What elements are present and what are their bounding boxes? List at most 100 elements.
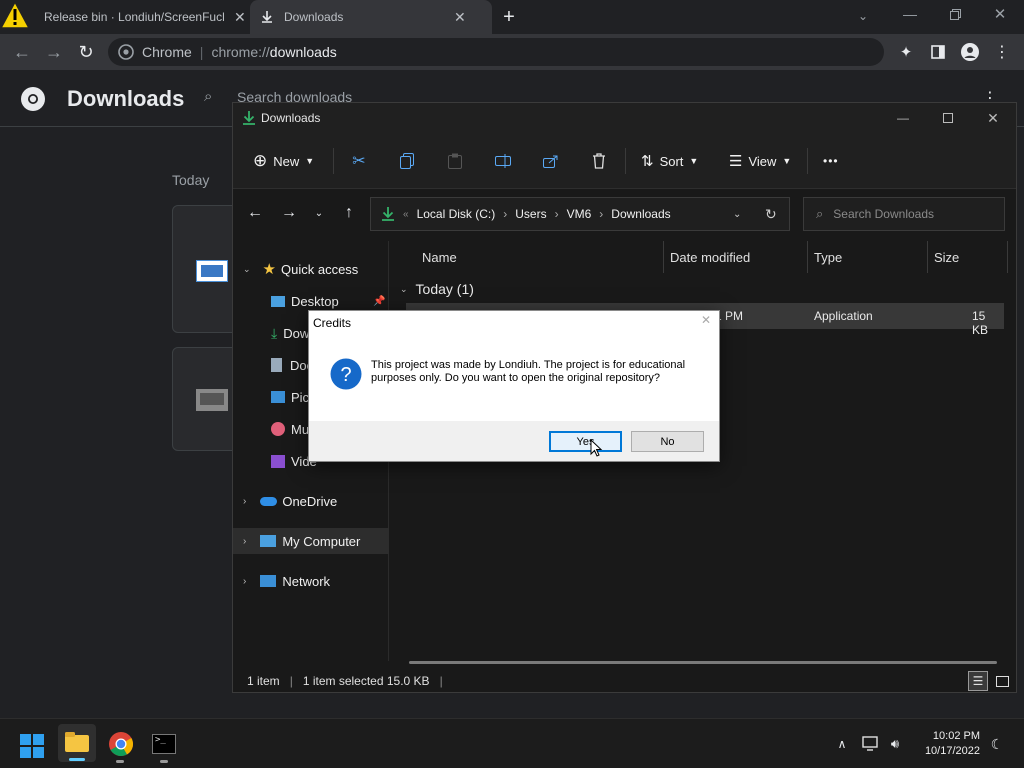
rename-icon[interactable] (493, 133, 513, 189)
focus-moon-icon[interactable]: ☾ (988, 735, 1006, 753)
yes-button[interactable]: Yes (549, 431, 622, 452)
menu-icon[interactable]: ⋮ (990, 40, 1014, 64)
close-icon[interactable]: ✕ (454, 9, 466, 26)
cut-icon[interactable]: ✂ (349, 133, 369, 189)
minimize-icon[interactable]: — (893, 108, 913, 128)
dialog-message: This project was made by Londiuh. The pr… (371, 359, 686, 384)
extensions-icon[interactable]: ✦ (894, 40, 918, 64)
side-panel-icon[interactable] (926, 40, 950, 64)
windows-start-icon[interactable] (20, 734, 44, 758)
up-icon[interactable]: ↑ (339, 203, 359, 223)
chevron-down-icon: ⌄ (243, 263, 251, 274)
group-header[interactable]: ⌄ Today (1) (400, 279, 474, 299)
column-date-modified[interactable]: Date modified (664, 241, 808, 273)
nav-label: OneDrive (282, 493, 338, 509)
more-options-button[interactable]: ••• (823, 133, 839, 189)
refresh-icon[interactable]: ↻ (765, 206, 777, 223)
nav-label: Quick access (281, 261, 359, 277)
recent-chevron-icon[interactable]: ⌄ (311, 203, 327, 223)
group-label: Today (172, 172, 210, 188)
chrome-icon (118, 44, 134, 60)
breadcrumb-local-disk[interactable]: Local Disk (C:) (417, 207, 496, 221)
warning-icon (0, 0, 30, 29)
close-icon[interactable]: ✕ (983, 108, 1003, 128)
breadcrumb-vm6[interactable]: VM6 (567, 207, 592, 221)
download-icon: ⤓ (271, 324, 278, 341)
copy-icon[interactable] (397, 133, 417, 189)
credits-dialog: Credits ✕ ? This project was made by Lon… (308, 310, 720, 462)
window-title: Downloads (261, 111, 321, 125)
nav-my-computer[interactable]: › My Computer (233, 528, 389, 554)
nav-quick-access[interactable]: ⌄ ★ Quick access (233, 256, 389, 282)
delete-icon[interactable] (589, 133, 609, 189)
terminal-icon[interactable]: >_ (152, 734, 176, 754)
no-button[interactable]: No (631, 431, 704, 452)
chevron-up-icon[interactable]: ∧ (833, 735, 851, 753)
share-icon[interactable] (541, 133, 561, 189)
nav-onedrive[interactable]: › OneDrive (233, 488, 389, 514)
column-size[interactable]: Size (928, 241, 1008, 273)
minimize-icon[interactable]: — (900, 4, 920, 24)
network-icon (260, 575, 277, 587)
reload-icon[interactable]: ↻ (74, 40, 98, 64)
music-icon (271, 422, 285, 436)
column-name[interactable]: Name (390, 241, 664, 273)
close-icon[interactable]: ✕ (701, 313, 711, 327)
address-bar[interactable]: « Local Disk (C:) › Users › VM6 › Downlo… (370, 197, 790, 231)
column-type[interactable]: Type (808, 241, 928, 273)
tiles-view-icon[interactable] (992, 671, 1012, 691)
tab-downloads[interactable]: Downloads ✕ (250, 0, 492, 34)
close-window-icon[interactable]: ✕ (990, 4, 1010, 24)
details-view-icon[interactable]: ☰ (968, 671, 988, 691)
horizontal-scrollbar[interactable] (409, 661, 997, 664)
chrome-icon[interactable] (109, 732, 133, 756)
nav-label: Dow (283, 325, 310, 341)
omnibox-divider: | (199, 44, 204, 60)
dialog-title: Credits (313, 316, 352, 330)
network-icon[interactable] (862, 736, 880, 752)
chevron-down-icon[interactable]: ⌄ (733, 209, 741, 220)
new-tab-button[interactable]: + (498, 6, 520, 28)
chevron-down-icon: ▼ (305, 156, 315, 166)
paste-icon[interactable] (445, 133, 465, 189)
divider (625, 148, 626, 174)
divider (333, 148, 334, 174)
explorer-titlebar: Downloads — ✕ (233, 103, 1016, 133)
forward-icon[interactable]: → (42, 40, 66, 64)
breadcrumb-downloads[interactable]: Downloads (611, 207, 670, 221)
file-type: Application (814, 309, 873, 323)
clock[interactable]: 10:02 PM 10/17/2022 (918, 729, 980, 759)
chevron-down-icon: ▼ (782, 156, 792, 166)
view-button[interactable]: ☰ View ▼ (729, 133, 791, 189)
status-divider: | (289, 674, 293, 688)
breadcrumb-sep-icon: › (554, 207, 559, 221)
view-label: View (748, 153, 777, 169)
download-icon (243, 111, 255, 125)
omnibox[interactable]: Chrome | chrome:// downloads (108, 38, 884, 66)
back-icon[interactable]: ← (10, 40, 34, 64)
sort-button[interactable]: ⇅ Sort ▼ (641, 133, 698, 189)
search-icon: ⌕ (204, 88, 213, 105)
search-downloads-field[interactable]: ⌕ Search Downloads (803, 197, 1005, 231)
nav-label: Network (282, 573, 331, 589)
tab-release-bin[interactable]: Release bin · Londiuh/ScreenFuck ✕ (28, 0, 248, 34)
chrome-logo-icon (21, 87, 45, 111)
file-icon (196, 389, 228, 411)
taskbar-explorer[interactable] (58, 724, 96, 762)
profile-icon[interactable] (958, 40, 982, 64)
new-button[interactable]: ⊕ New ▼ (253, 133, 314, 189)
forward-icon[interactable]: → (279, 203, 299, 223)
desktop-icon (271, 295, 285, 307)
nav-label: Mu (291, 421, 310, 437)
close-icon[interactable]: ✕ (234, 9, 246, 26)
breadcrumb-users[interactable]: Users (515, 207, 546, 221)
volume-icon[interactable]: 🔊︎ (886, 735, 904, 753)
restore-icon[interactable] (945, 4, 965, 24)
nav-network[interactable]: › Network (233, 568, 389, 594)
chevron-right-icon: › (243, 535, 247, 547)
back-icon[interactable]: ← (245, 203, 265, 223)
tab-search-icon[interactable]: ⌄ (853, 6, 873, 26)
pictures-icon (271, 391, 285, 403)
videos-icon (271, 454, 285, 468)
maximize-icon[interactable] (938, 108, 958, 128)
